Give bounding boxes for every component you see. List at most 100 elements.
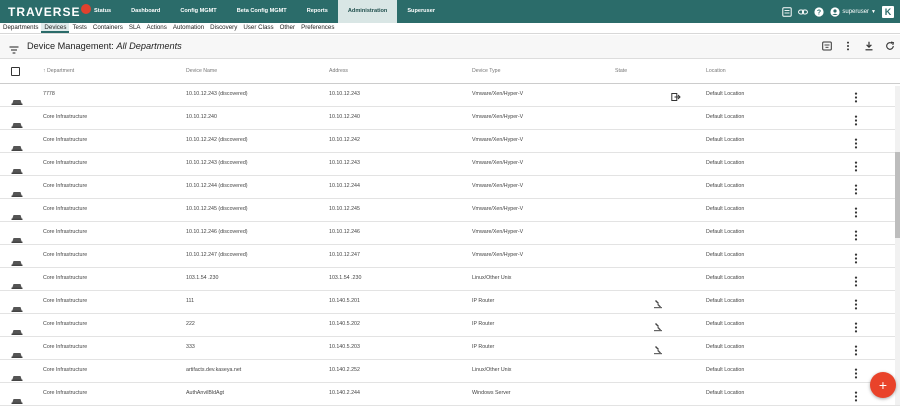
state-maintenance-icon[interactable] xyxy=(653,342,663,355)
row-more-icon[interactable] xyxy=(853,251,859,264)
columns-icon[interactable] xyxy=(822,40,832,52)
row-more-icon[interactable] xyxy=(853,228,859,241)
row-more-icon[interactable] xyxy=(853,343,859,356)
cell-location: Default Location xyxy=(706,321,745,327)
row-more-icon[interactable] xyxy=(853,205,859,218)
row-more-icon[interactable] xyxy=(853,182,859,195)
top-right-tools: ? superuser ▼ K xyxy=(782,0,894,23)
cell-device-name[interactable]: 10.10.12.244 (discovered) xyxy=(186,183,248,189)
table-row[interactable]: Core Infrastructure artifacts.dev.kaseya.… xyxy=(0,360,900,383)
column-device-type[interactable]: Device Type xyxy=(472,68,500,74)
cell-device-name[interactable]: 10.10.12.242 (discovered) xyxy=(186,137,248,143)
cell-device-name[interactable]: 10.10.12.247 (discovered) xyxy=(186,252,248,258)
tab-user-class[interactable]: User Class xyxy=(240,23,276,33)
link-icon[interactable] xyxy=(798,7,809,17)
row-more-icon[interactable] xyxy=(853,113,859,126)
filter-menu-icon[interactable] xyxy=(9,42,19,54)
cell-device-name[interactable]: artifacts.dev.kaseya.net xyxy=(186,367,241,373)
cell-device-type: Linux/Other Unix xyxy=(472,367,512,373)
device-type-icon xyxy=(11,230,23,243)
row-more-icon[interactable] xyxy=(853,159,859,172)
row-more-icon[interactable] xyxy=(853,136,859,149)
svg-text:?: ? xyxy=(817,9,821,16)
table-row[interactable]: Core Infrastructure 10.10.12.246 (discove… xyxy=(0,222,900,245)
cell-department: Core Infrastructure xyxy=(43,183,88,189)
cell-device-name[interactable]: 10.10.12.246 (discovered) xyxy=(186,229,248,235)
tab-discovery[interactable]: Discovery xyxy=(207,23,240,33)
topnav-superuser[interactable]: Superuser xyxy=(397,0,445,23)
row-more-icon[interactable] xyxy=(853,90,859,103)
feed-icon[interactable] xyxy=(782,6,793,17)
state-exit-icon[interactable] xyxy=(671,89,681,101)
cell-device-name[interactable]: 10.10.12.243 (discovered) xyxy=(186,160,248,166)
tab-other[interactable]: Other xyxy=(277,23,298,33)
table-row[interactable]: Core Infrastructure 10.10.12.242 (discove… xyxy=(0,130,900,153)
topnav-status[interactable]: Status xyxy=(84,0,121,23)
topnav-beta-config-mgmt[interactable]: Beta Config MGMT xyxy=(227,0,297,23)
cell-device-name[interactable]: 10.10.12.245 (discovered) xyxy=(186,206,248,212)
row-more-icon[interactable] xyxy=(853,366,859,379)
column-department[interactable]: ↑ Department xyxy=(43,68,74,74)
column-device-name[interactable]: Device Name xyxy=(186,68,217,74)
table-row[interactable]: Core Infrastructure 111 10.140.5.201 IP Rou… xyxy=(0,291,900,314)
table-row[interactable]: Core Infrastructure 10.10.12.243 (discove… xyxy=(0,153,900,176)
column-location[interactable]: Location xyxy=(706,68,726,74)
row-more-icon[interactable] xyxy=(853,389,859,402)
cell-department: Core Infrastructure xyxy=(43,229,88,235)
table-row[interactable]: Core Infrastructure 103.1.54 .230 103.1.54… xyxy=(0,268,900,291)
topnav-administration[interactable]: Administration xyxy=(337,0,398,23)
topnav-reports[interactable]: Reports xyxy=(297,0,338,23)
tab-containers[interactable]: Containers xyxy=(90,23,126,33)
tab-departments[interactable]: Departments xyxy=(0,23,41,33)
cell-address: 10.10.12.244 xyxy=(329,183,360,189)
row-more-icon[interactable] xyxy=(853,274,859,287)
cell-device-name[interactable]: 103.1.54 .230 xyxy=(186,275,218,281)
more-vert-icon[interactable] xyxy=(843,40,853,52)
scrollbar-thumb[interactable] xyxy=(895,152,900,238)
cell-device-name[interactable]: AuthAnvilBldAgt xyxy=(186,390,224,396)
topnav-dashboard[interactable]: Dashboard xyxy=(121,0,170,23)
table-row[interactable]: Core Infrastructure 10.10.12.240 10.10.12.… xyxy=(0,107,900,130)
table-row[interactable]: Core Infrastructure 10.10.12.247 (discove… xyxy=(0,245,900,268)
table-row[interactable]: Core Infrastructure 10.10.12.245 (discove… xyxy=(0,199,900,222)
table-row[interactable]: Core Infrastructure AuthAnvilBldAgt 10.140… xyxy=(0,383,900,406)
user-menu[interactable]: superuser ▼ xyxy=(830,6,876,17)
title-prefix: Device Management: xyxy=(27,41,114,51)
cell-department: Core Infrastructure xyxy=(43,298,88,304)
download-icon[interactable] xyxy=(864,40,874,52)
select-all-checkbox[interactable] xyxy=(11,67,20,76)
tab-automation[interactable]: Automation xyxy=(170,23,207,33)
cell-device-name[interactable]: 111 xyxy=(186,298,194,304)
table-row[interactable]: Core Infrastructure 10.10.12.244 (discove… xyxy=(0,176,900,199)
row-more-icon[interactable] xyxy=(853,297,859,310)
table-row[interactable]: Core Infrastructure 333 10.140.5.203 IP Rou… xyxy=(0,337,900,360)
help-icon[interactable]: ? xyxy=(814,6,824,17)
cell-address: 10.140.5.202 xyxy=(329,321,360,327)
tab-devices[interactable]: Devices xyxy=(41,23,70,33)
state-maintenance-icon[interactable] xyxy=(653,319,663,332)
refresh-icon[interactable] xyxy=(885,40,895,52)
header-actions xyxy=(822,40,895,52)
traverse-logo[interactable]: TRAVERSE xyxy=(8,3,92,20)
table-row[interactable]: Core Infrastructure 222 10.140.5.202 IP Rou… xyxy=(0,314,900,337)
row-more-icon[interactable] xyxy=(853,320,859,333)
add-device-button[interactable]: + xyxy=(870,372,896,398)
cell-location: Default Location xyxy=(706,390,745,396)
cell-device-name[interactable]: 222 xyxy=(186,321,195,327)
device-type-icon xyxy=(11,138,23,151)
tab-preferences[interactable]: Preferences xyxy=(298,23,337,33)
cell-department: Core Infrastructure xyxy=(43,367,88,373)
topnav-config-mgmt[interactable]: Config MGMT xyxy=(170,0,226,23)
cell-device-name[interactable]: 333 xyxy=(186,344,195,350)
state-maintenance-icon[interactable] xyxy=(653,296,663,309)
column-state[interactable]: State xyxy=(615,68,627,74)
kaseya-badge[interactable]: K xyxy=(882,5,894,18)
cell-device-name[interactable]: 10.10.12.240 xyxy=(186,114,217,120)
vertical-scrollbar[interactable] xyxy=(895,86,900,405)
tab-sla[interactable]: SLA xyxy=(126,23,144,33)
table-row[interactable]: 7778 10.10.12.243 (discovered) 10.10.12.24… xyxy=(0,84,900,107)
column-address[interactable]: Address xyxy=(329,68,348,74)
tab-actions[interactable]: Actions xyxy=(144,23,170,33)
tab-tests[interactable]: Tests xyxy=(69,23,89,33)
cell-device-name[interactable]: 10.10.12.243 (discovered) xyxy=(186,91,248,97)
